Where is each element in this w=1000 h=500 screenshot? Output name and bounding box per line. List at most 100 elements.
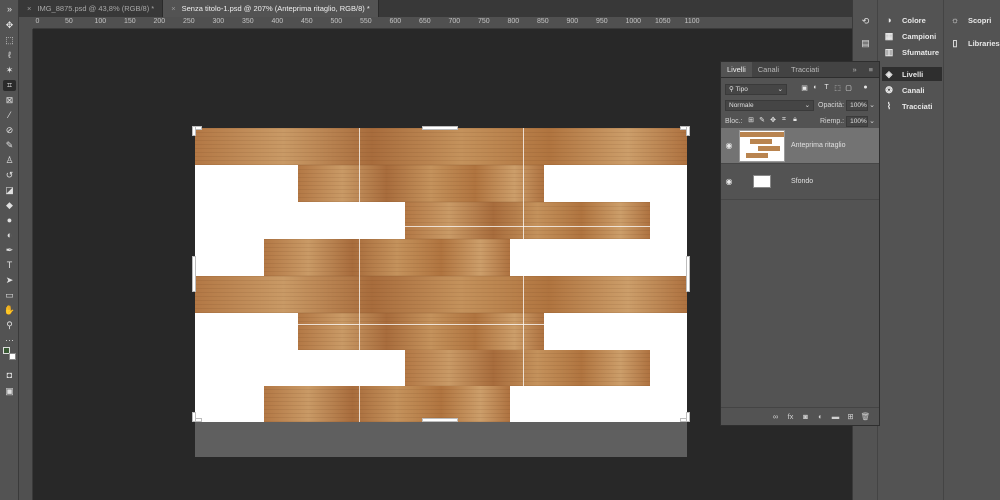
layer-thumbnail: [739, 166, 785, 198]
filter-kind-select[interactable]: ⚲ Tipo ⌄: [725, 83, 787, 95]
dock-item-tracciati[interactable]: ⌇ Tracciati: [883, 99, 933, 113]
type-tool-icon[interactable]: T: [3, 260, 16, 271]
smart-object-filter-icon[interactable]: ▢: [843, 84, 854, 94]
close-icon[interactable]: ×: [171, 4, 175, 13]
brush-tool-icon[interactable]: ✎: [3, 140, 16, 151]
history-brush-tool-icon[interactable]: ↺: [3, 170, 16, 181]
layer-style-icon[interactable]: fx: [785, 412, 796, 421]
history-icon[interactable]: ⟲: [859, 16, 872, 27]
filter-row: ⚲ Tipo ⌄ ▣ ◐ T ⬚ ▢ ●: [725, 83, 875, 95]
chevron-down-icon: ⌄: [804, 102, 811, 109]
vertical-ruler: [19, 29, 33, 500]
dock-item-livelli[interactable]: ◈ Livelli: [882, 67, 942, 81]
add-mask-icon[interactable]: ◙: [800, 412, 811, 421]
blend-mode-select[interactable]: Normale ⌄: [725, 99, 815, 111]
lock-all-icon[interactable]: 🔒︎: [790, 116, 801, 126]
healing-brush-tool-icon[interactable]: ⊘: [3, 125, 16, 136]
hand-tool-icon[interactable]: ✋: [3, 305, 16, 316]
dodge-tool-icon[interactable]: ◐: [3, 230, 16, 241]
collapse-arrows-icon[interactable]: »: [3, 4, 16, 15]
dock-item-campioni[interactable]: ▦ Campioni: [883, 29, 936, 43]
crop-handle[interactable]: [686, 126, 690, 136]
screen-mode-icon[interactable]: ▣: [3, 386, 16, 397]
dock-panel-group: ☼ Scopri ▯ Libraries: [943, 0, 1000, 500]
close-icon[interactable]: ×: [27, 4, 31, 13]
type-filter-icon[interactable]: T: [821, 84, 832, 94]
crop-handle[interactable]: [422, 126, 458, 130]
crop-handle[interactable]: [686, 256, 690, 292]
layer-name: Anteprima ritaglio: [791, 142, 846, 149]
zoom-tool-icon[interactable]: ⚲: [3, 320, 16, 331]
crop-handle[interactable]: [192, 126, 196, 136]
opacity-value: 100%: [850, 101, 867, 109]
eyedropper-tool-icon[interactable]: ⁄: [3, 110, 16, 121]
dock-item-scopri[interactable]: ☼ Scopri: [949, 13, 991, 27]
lock-transparent-icon[interactable]: ⊞: [746, 116, 757, 126]
delete-layer-icon[interactable]: 🗑︎: [860, 412, 871, 421]
tab-livelli[interactable]: Livelli: [721, 62, 752, 77]
dock-panel-group: ◑ Colore ▦ Campioni ▥ Sfumature ◈ Livelli ❂ C…: [877, 0, 943, 500]
frame-tool-icon[interactable]: ⊠: [3, 95, 16, 106]
lock-position-icon[interactable]: ✥: [768, 116, 779, 126]
crop-handle[interactable]: [192, 256, 196, 292]
adjustment-layer-icon[interactable]: ◐: [815, 412, 826, 421]
chevron-down-icon[interactable]: ⌄: [869, 117, 875, 125]
lasso-tool-icon[interactable]: ℓ: [3, 50, 16, 61]
properties-icon[interactable]: ▤: [859, 38, 872, 49]
crop-handle[interactable]: [192, 412, 196, 422]
crop-tool-icon[interactable]: ⌗: [3, 80, 16, 91]
chevron-down-icon[interactable]: ⌄: [869, 101, 875, 109]
ruler-tick-label: 800: [507, 18, 520, 25]
layer-row[interactable]: ◉ Anteprima ritaglio: [721, 128, 879, 164]
wood-plank: [195, 128, 687, 165]
dock-item-label: Libraries: [968, 38, 1000, 48]
visibility-eye-icon[interactable]: ◉: [721, 177, 737, 186]
wood-plank: [195, 276, 687, 313]
panel-menu-icon[interactable]: ≡: [863, 62, 879, 77]
lock-artboard-icon[interactable]: ⌗: [779, 116, 790, 126]
crop-handle[interactable]: [686, 412, 690, 422]
visibility-eye-icon[interactable]: ◉: [721, 141, 737, 150]
layer-row[interactable]: ◉ Sfondo: [721, 164, 879, 200]
fill-input[interactable]: 100%: [846, 115, 869, 127]
dock-item-label: Sfumature: [902, 47, 940, 57]
opacity-label: Opacità:: [818, 101, 845, 109]
marquee-tool-icon[interactable]: ⬚: [3, 35, 16, 46]
lock-image-icon[interactable]: ✎: [757, 116, 768, 126]
path-selection-tool-icon[interactable]: ➤: [3, 275, 16, 286]
new-layer-icon[interactable]: ⊞: [845, 412, 856, 421]
dock-item-canali[interactable]: ❂ Canali: [883, 83, 924, 97]
filter-toggle-icon[interactable]: ●: [860, 84, 871, 94]
rectangle-tool-icon[interactable]: ▭: [3, 290, 16, 301]
ruler-tick-label: 500: [330, 18, 343, 25]
new-group-icon[interactable]: ▬: [830, 412, 841, 421]
tab-tracciati[interactable]: Tracciati: [785, 62, 825, 77]
dock-item-libraries[interactable]: ▯ Libraries: [949, 36, 1000, 50]
shape-filter-icon[interactable]: ⬚: [832, 84, 843, 94]
layers-bottom-toolbar: ∞ fx ◙ ◐ ▬ ⊞ 🗑︎: [721, 407, 879, 425]
background-color-swatch[interactable]: [9, 353, 16, 360]
pixel-filter-icon[interactable]: ▣: [799, 84, 810, 94]
quick-mask-icon[interactable]: ◘: [3, 370, 16, 381]
crop-handle[interactable]: [422, 418, 458, 422]
adjustment-filter-icon[interactable]: ◐: [810, 84, 821, 94]
collapse-panel-icon[interactable]: »: [846, 62, 862, 77]
opacity-input[interactable]: 100%: [846, 99, 869, 111]
dock-item-sfumature[interactable]: ▥ Sfumature: [883, 45, 939, 59]
dock-item-colore[interactable]: ◑ Colore: [883, 13, 925, 27]
blur-tool-icon[interactable]: ●: [3, 215, 16, 226]
eraser-tool-icon[interactable]: ◪: [3, 185, 16, 196]
link-layers-icon[interactable]: ∞: [770, 412, 781, 421]
tab-senza-titolo[interactable]: × Senza titolo-1.psd @ 207% (Anteprima r…: [163, 0, 379, 17]
tab-canali[interactable]: Canali: [752, 62, 785, 77]
tab-label: IMG_8875.psd @ 43,8% (RGB/8) *: [37, 4, 155, 13]
ruler-tick-label: 550: [360, 18, 372, 25]
clone-stamp-tool-icon[interactable]: ♙: [3, 155, 16, 166]
tab-img-8875[interactable]: × IMG_8875.psd @ 43,8% (RGB/8) *: [19, 0, 164, 17]
pen-tool-icon[interactable]: ✒: [3, 245, 16, 256]
move-tool-icon[interactable]: ✥: [3, 20, 16, 31]
magic-wand-tool-icon[interactable]: ✶: [3, 65, 16, 76]
more-tools-icon[interactable]: ···: [3, 335, 16, 346]
document-canvas[interactable]: [195, 128, 687, 422]
paint-bucket-tool-icon[interactable]: ◆: [3, 200, 16, 211]
